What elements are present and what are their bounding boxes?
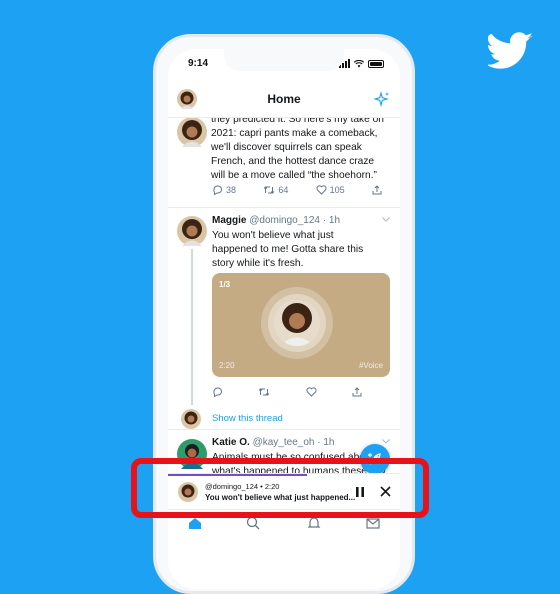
retweet-button[interactable]: 64 [263, 185, 288, 195]
home-icon[interactable] [188, 516, 202, 530]
voice-hashtag: #Voice [358, 361, 383, 370]
reply-button[interactable] [212, 387, 223, 397]
heart-icon [316, 185, 327, 195]
battery-icon [368, 59, 384, 68]
reply-count: 38 [226, 185, 237, 195]
retweet-count: 64 [278, 185, 289, 195]
tweet-actions: 38 64 105 [212, 185, 382, 195]
tweet-time: · 1h [322, 215, 341, 226]
voice-tweet-card[interactable]: 1/3 2:20 #Voice [212, 273, 390, 377]
status-time: 9:14 [188, 58, 209, 69]
author-handle[interactable]: @kay_tee_oh [253, 437, 315, 448]
tweet-meta: Maggie @domingo_124 · 1h [212, 215, 340, 226]
chevron-down-icon[interactable] [382, 217, 390, 222]
like-button[interactable] [306, 387, 317, 397]
heart-icon [306, 387, 317, 397]
sparkle-icon[interactable] [374, 91, 390, 107]
tweet-text: You won't believe what just happened to … [212, 230, 364, 269]
author-name[interactable]: Maggie [212, 215, 246, 226]
author-handle[interactable]: @domingo_124 [249, 215, 320, 226]
author-name[interactable]: Katie O. [212, 437, 250, 448]
share-button[interactable] [372, 185, 382, 195]
tweet-time: · 1h [317, 437, 335, 448]
retweet-icon [263, 186, 275, 194]
reply-icon [213, 387, 222, 397]
retweet-button[interactable] [258, 387, 270, 397]
voice-counter: 1/3 [219, 280, 231, 289]
chevron-down-icon[interactable] [382, 439, 390, 444]
messages-icon[interactable] [366, 516, 380, 530]
avatar[interactable] [181, 409, 201, 429]
share-icon [352, 387, 362, 397]
share-icon [372, 185, 382, 195]
avatar[interactable] [177, 117, 207, 147]
reply-button[interactable]: 38 [212, 185, 236, 195]
tweet-text: they predicted it. So here's my take on … [211, 114, 384, 181]
thread-line [191, 249, 193, 405]
tweet-actions [212, 387, 362, 397]
notifications-icon[interactable] [307, 516, 321, 530]
retweet-icon [258, 388, 270, 396]
reply-icon [213, 185, 222, 195]
voice-avatar [274, 300, 320, 346]
page-title: Home [267, 92, 301, 106]
share-button[interactable] [352, 387, 362, 397]
player-highlight-box [131, 458, 429, 518]
like-count: 105 [329, 185, 345, 195]
twitter-bird-logo-icon [488, 32, 534, 69]
like-button[interactable]: 105 [316, 185, 345, 195]
phone-notch [224, 49, 344, 71]
tweet[interactable]: Maggie @domingo_124 · 1h You won't belie… [168, 207, 400, 430]
search-icon[interactable] [246, 516, 260, 530]
show-thread-link[interactable]: Show this thread [212, 413, 283, 424]
voice-duration: 2:20 [219, 361, 235, 370]
tweet-meta: Katie O. @kay_tee_oh · 1h [212, 437, 334, 448]
wifi-icon [354, 59, 364, 67]
avatar[interactable] [177, 216, 207, 246]
top-header: Home [168, 79, 400, 118]
